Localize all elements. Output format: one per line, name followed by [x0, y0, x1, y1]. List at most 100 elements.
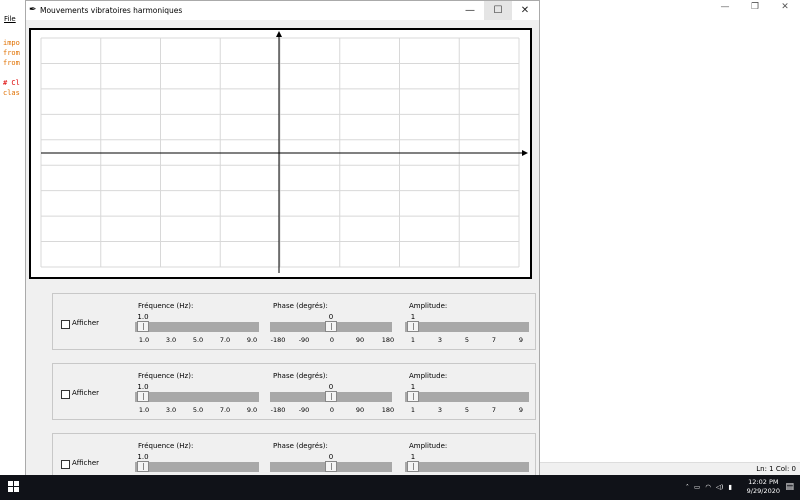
amplitude-tick-label: 3 — [437, 406, 443, 414]
frequency-slider-trough[interactable] — [135, 322, 259, 332]
amplitude-slider-trough[interactable] — [405, 392, 529, 402]
frequency-tick-label: 7.0 — [219, 336, 231, 344]
phase-tick-label: 180 — [381, 406, 395, 414]
battery-plug-icon[interactable]: ▮ — [728, 483, 732, 491]
frequency-tick-label: 1.0 — [138, 336, 150, 344]
close-button[interactable]: ✕ — [511, 1, 539, 20]
clock-time: 12:02 PM — [748, 478, 779, 486]
afficher-label[interactable]: Afficher — [72, 319, 99, 327]
code-line: clas — [3, 89, 20, 97]
phase-tick-label: 180 — [381, 336, 395, 344]
amplitude-slider-thumb[interactable] — [407, 391, 419, 402]
battery-icon[interactable]: ▭ — [694, 483, 700, 491]
chevron-up-icon[interactable]: ˄ — [686, 483, 689, 491]
code-editor[interactable]: impo from from # Cl clas — [3, 38, 20, 98]
frequency-label: Fréquence (Hz): — [138, 302, 194, 310]
frequency-tick-label: 5.0 — [192, 336, 204, 344]
phase-slider-thumb[interactable] — [325, 321, 337, 332]
amplitude-label: Amplitude: — [409, 372, 448, 380]
phase-slider-thumb[interactable] — [325, 461, 337, 472]
plot-svg — [40, 31, 528, 273]
tray-icons: ˄ ▭ ◠ ◁) ▮ — [686, 483, 732, 491]
phase-tick-label: 90 — [355, 336, 365, 344]
amplitude-slider-thumb[interactable] — [407, 321, 419, 332]
phase-tick-label: -180 — [270, 406, 286, 414]
code-line: # Cl — [3, 79, 20, 87]
afficher-label[interactable]: Afficher — [72, 459, 99, 467]
restore-icon[interactable]: ❐ — [740, 0, 770, 14]
amplitude-tick-label: 9 — [518, 406, 524, 414]
frequency-tick-label: 5.0 — [192, 406, 204, 414]
windows-start-icon[interactable] — [8, 481, 20, 493]
minimize-button[interactable]: — — [456, 1, 484, 20]
frequency-tick-label: 9.0 — [246, 336, 258, 344]
phase-tick-label: -180 — [270, 336, 286, 344]
afficher-checkbox[interactable] — [61, 460, 70, 469]
phase-tick-label: -90 — [298, 406, 310, 414]
frequency-value: 1.0 — [137, 383, 149, 391]
frequency-slider-thumb[interactable] — [137, 391, 149, 402]
frequency-label: Fréquence (Hz): — [138, 442, 194, 450]
taskbar-clock[interactable]: 12:02 PM 9/29/2020 — [747, 478, 780, 496]
background-window-controls: — ❐ ✕ — [710, 0, 800, 14]
phase-label: Phase (degrés): — [273, 302, 328, 310]
phase-value: 0 — [328, 383, 334, 391]
amplitude-slider-trough[interactable] — [405, 322, 529, 332]
frequency-value: 1.0 — [137, 313, 149, 321]
amplitude-value: 1 — [410, 383, 416, 391]
y-axis-arrow-icon — [276, 31, 282, 37]
afficher-checkbox[interactable] — [61, 390, 70, 399]
close-icon[interactable]: ✕ — [770, 0, 800, 14]
window-titlebar[interactable]: ✒ Mouvements vibratoires harmoniques — ☐… — [26, 1, 539, 20]
phase-label: Phase (degrés): — [273, 442, 328, 450]
menu-file[interactable]: File — [4, 15, 16, 23]
amplitude-slider-trough[interactable] — [405, 462, 529, 472]
amplitude-slider-thumb[interactable] — [407, 461, 419, 472]
code-line: impo — [3, 39, 20, 47]
amplitude-tick-label: 5 — [464, 336, 470, 344]
frequency-slider-trough[interactable] — [135, 392, 259, 402]
wifi-icon[interactable]: ◠ — [705, 483, 711, 491]
feather-icon: ✒ — [29, 5, 37, 15]
plot-canvas[interactable] — [29, 28, 532, 279]
phase-tick-label: 0 — [329, 336, 335, 344]
phase-value: 0 — [328, 453, 334, 461]
clock-date: 9/29/2020 — [746, 487, 780, 495]
frequency-slider-trough[interactable] — [135, 462, 259, 472]
amplitude-tick-label: 9 — [518, 336, 524, 344]
phase-tick-label: 90 — [355, 406, 365, 414]
phase-value: 0 — [328, 313, 334, 321]
frequency-slider-thumb[interactable] — [137, 461, 149, 472]
afficher-label[interactable]: Afficher — [72, 389, 99, 397]
frequency-tick-label: 9.0 — [246, 406, 258, 414]
window-title: Mouvements vibratoires harmoniques — [40, 6, 183, 15]
phase-slider-thumb[interactable] — [325, 391, 337, 402]
afficher-checkbox[interactable] — [61, 320, 70, 329]
maximize-button[interactable]: ☐ — [484, 1, 512, 20]
amplitude-tick-label: 5 — [464, 406, 470, 414]
frequency-label: Fréquence (Hz): — [138, 372, 194, 380]
phase-tick-label: -90 — [298, 336, 310, 344]
notification-icon[interactable]: ▤ — [785, 482, 794, 492]
amplitude-label: Amplitude: — [409, 442, 448, 450]
minimize-icon[interactable]: — — [710, 0, 740, 14]
amplitude-label: Amplitude: — [409, 302, 448, 310]
volume-icon[interactable]: ◁) — [716, 483, 724, 491]
amplitude-tick-label: 7 — [491, 406, 497, 414]
wave-panel: Afficher Fréquence (Hz): 1.0 1.0 3.0 5.0 7.0 9.… — [52, 363, 536, 420]
code-line: from — [3, 59, 20, 67]
amplitude-tick-label: 7 — [491, 336, 497, 344]
frequency-tick-label: 3.0 — [165, 336, 177, 344]
frequency-value: 1.0 — [137, 453, 149, 461]
frequency-slider-thumb[interactable] — [137, 321, 149, 332]
editor-statusbar: Ln: 1 Col: 0 — [540, 462, 800, 476]
frequency-tick-label: 1.0 — [138, 406, 150, 414]
phase-tick-label: 0 — [329, 406, 335, 414]
phase-label: Phase (degrés): — [273, 372, 328, 380]
frequency-tick-label: 3.0 — [165, 406, 177, 414]
x-axis-arrow-icon — [522, 150, 528, 156]
amplitude-tick-label: 1 — [410, 406, 416, 414]
amplitude-tick-label: 1 — [410, 336, 416, 344]
code-line: from — [3, 49, 20, 57]
